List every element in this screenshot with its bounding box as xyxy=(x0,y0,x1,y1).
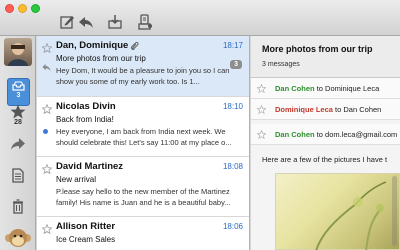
message-subject: More photos from our trip xyxy=(56,54,146,63)
message-row[interactable]: David Martinez 18:08 New arrival P.lease… xyxy=(37,157,249,217)
archive-icon[interactable] xyxy=(107,14,123,30)
trash-button[interactable] xyxy=(0,199,36,214)
message-subject: Ice Cream Sales xyxy=(56,235,116,244)
message-list: Dan, Dominique 18:17 More photos from ou… xyxy=(37,36,250,250)
document-icon xyxy=(12,168,24,183)
reading-pane: More photos from our trip 3 messages Dan… xyxy=(251,36,400,250)
reading-pane-scrollbar[interactable] xyxy=(392,176,397,246)
thread-recipient: Dominique Leca xyxy=(325,84,380,93)
to-label: to xyxy=(316,130,323,139)
unread-indicator xyxy=(43,129,48,134)
message-row[interactable]: Nicolas Divin 18:10 Back from India! Hey… xyxy=(37,97,249,157)
thread-sender: Dan Cohen xyxy=(275,130,315,139)
minimize-window-button[interactable] xyxy=(18,4,27,13)
message-time: 18:17 xyxy=(222,41,243,50)
thread-message[interactable]: Dominique Leca to Dan Cohen xyxy=(251,99,400,120)
thread-participants: Dan Cohen to dom.leca@gmail.com xyxy=(275,130,397,139)
message-preview: P.lease say hello to the new member of t… xyxy=(56,187,231,207)
inbox-button[interactable]: 3 xyxy=(7,78,30,106)
close-window-button[interactable] xyxy=(5,4,14,13)
star-icon xyxy=(10,104,26,119)
zoom-window-button[interactable] xyxy=(31,4,40,13)
monkey-icon[interactable] xyxy=(0,226,36,250)
inbox-icon xyxy=(12,81,25,91)
thread-message-count: 3 messages xyxy=(262,61,300,68)
message-sender: David Martinez xyxy=(56,161,124,172)
thread-header: More photos from our trip 3 messages xyxy=(251,36,400,78)
inbox-count: 3 xyxy=(16,92,21,99)
message-preview: Hey Dom, It would be a pleasure to join … xyxy=(56,66,230,86)
message-time: 18:08 xyxy=(222,162,243,171)
starred-count: 28 xyxy=(14,119,22,126)
message-time: 18:06 xyxy=(222,222,243,231)
thread-recipient: Dan Cohen xyxy=(343,105,382,114)
thread-participants: Dan Cohen to Dominique Leca xyxy=(275,84,379,93)
replied-icon xyxy=(42,63,51,72)
attachment-icon xyxy=(130,41,139,50)
message-sender: Dan, Dominique xyxy=(56,40,129,51)
message-row[interactable]: Allison Ritter 18:06 Ice Cream Sales xyxy=(37,217,249,250)
star-toggle-icon[interactable] xyxy=(42,43,52,53)
sent-button[interactable] xyxy=(0,137,36,151)
message-sender: Allison Ritter xyxy=(56,221,116,232)
starred-button[interactable]: 28 xyxy=(0,104,36,127)
thread-recipient: dom.leca@gmail.com xyxy=(325,130,398,139)
thread-message[interactable]: Dan Cohen to Dominique Leca xyxy=(251,78,400,99)
message-preview: Hey everyone, I am back from India next … xyxy=(56,127,232,147)
to-label: to xyxy=(316,84,323,93)
star-toggle-icon[interactable] xyxy=(257,130,266,139)
forward-icon xyxy=(11,138,25,150)
thread-participants: Dominique Leca to Dan Cohen xyxy=(275,105,381,114)
message-body: Here are a few of the pictures I have t xyxy=(262,155,388,164)
move-icon[interactable] xyxy=(137,14,153,30)
thread-count-badge: 3 xyxy=(230,60,242,69)
star-toggle-icon[interactable] xyxy=(42,164,52,174)
star-toggle-icon[interactable] xyxy=(257,105,266,114)
thread-sender: Dominique Leca xyxy=(275,105,333,114)
avatar[interactable] xyxy=(4,38,32,66)
message-row[interactable]: Dan, Dominique 18:17 More photos from ou… xyxy=(37,36,249,97)
thread-title: More photos from our trip xyxy=(262,44,373,54)
message-sender: Nicolas Divin xyxy=(56,101,116,112)
star-toggle-icon[interactable] xyxy=(42,104,52,114)
to-label: to xyxy=(335,105,342,114)
attached-photo[interactable] xyxy=(275,173,400,250)
drafts-button[interactable] xyxy=(0,168,36,183)
thread-sender: Dan Cohen xyxy=(275,84,315,93)
message-subject: Back from India! xyxy=(56,115,114,124)
window-titlebar xyxy=(0,0,400,36)
star-toggle-icon[interactable] xyxy=(42,224,52,234)
message-time: 18:10 xyxy=(222,102,243,111)
star-toggle-icon[interactable] xyxy=(257,84,266,93)
compose-icon[interactable] xyxy=(59,14,75,30)
message-subject: New arrival xyxy=(56,175,97,184)
trash-icon xyxy=(13,199,23,214)
accounts-sidebar: 3 28 xyxy=(0,36,36,250)
thread-message[interactable]: Dan Cohen to dom.leca@gmail.com xyxy=(251,124,400,145)
reply-icon[interactable] xyxy=(78,14,94,30)
